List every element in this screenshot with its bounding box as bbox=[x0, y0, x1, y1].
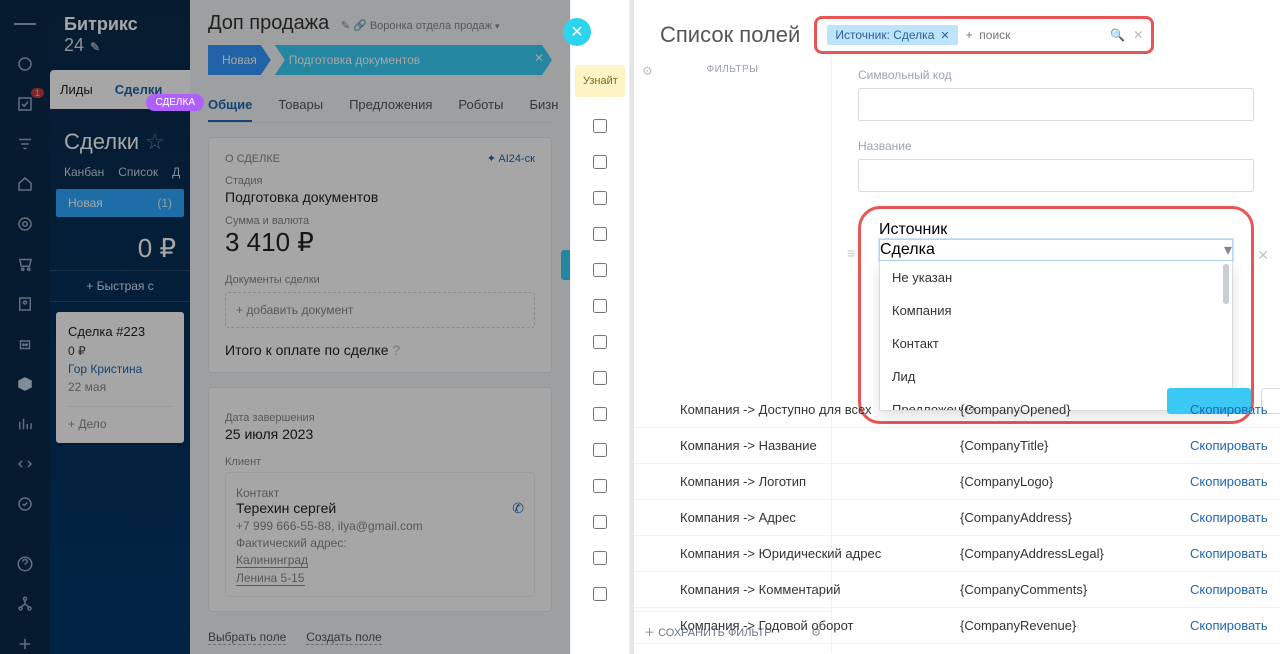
clear-field[interactable]: ✕ bbox=[1257, 247, 1269, 264]
field-name: Компания -> Доступно для всех bbox=[680, 402, 960, 417]
row-checkbox[interactable] bbox=[593, 335, 607, 349]
option[interactable]: Контакт bbox=[880, 327, 1232, 360]
copy-link[interactable]: Скопировать bbox=[1190, 510, 1268, 525]
table-row: Компания -> Доступно для всех{CompanyOpe… bbox=[634, 392, 1280, 428]
field-code: {CompanyAddressLegal} bbox=[960, 546, 1190, 561]
row-checkbox[interactable] bbox=[593, 407, 607, 421]
checkbox-column: ✕ Узнайт bbox=[570, 0, 630, 654]
drag-handle-icon[interactable]: ≡ bbox=[847, 245, 855, 261]
field-code: {CompanyOpened} bbox=[960, 402, 1190, 417]
chevron-down-icon: ▾ bbox=[1224, 240, 1232, 260]
token-remove[interactable]: ✕ bbox=[940, 29, 949, 42]
row-checkbox[interactable] bbox=[593, 227, 607, 241]
row-checkbox[interactable] bbox=[593, 299, 607, 313]
table-row: Компания -> Название{CompanyTitle}Скопир… bbox=[634, 428, 1280, 464]
row-checkbox[interactable] bbox=[593, 371, 607, 385]
copy-link[interactable]: Скопировать bbox=[1190, 546, 1268, 561]
scrollbar[interactable] bbox=[1223, 264, 1229, 304]
field-code: {CompanyComments} bbox=[960, 582, 1190, 597]
row-checkbox[interactable] bbox=[593, 587, 607, 601]
option[interactable]: Компания bbox=[880, 294, 1232, 327]
field-code: {CompanyAddress} bbox=[960, 510, 1190, 525]
hint-banner: Узнайт bbox=[575, 65, 625, 97]
copy-link[interactable]: Скопировать bbox=[1190, 474, 1268, 489]
row-checkbox[interactable] bbox=[593, 443, 607, 457]
table-row: Компания -> Валюта{CompanyCurrencyId}Ско… bbox=[634, 644, 1280, 654]
fields-panel: Список полей Источник: Сделка✕ 🔍✕ ⚙ ФИЛЬ… bbox=[630, 0, 1280, 654]
fields-table: Компания -> Доступно для всех{CompanyOpe… bbox=[634, 392, 1280, 654]
row-checkbox[interactable] bbox=[593, 479, 607, 493]
row-checkbox[interactable] bbox=[593, 155, 607, 169]
row-checkbox[interactable] bbox=[593, 515, 607, 529]
source-select[interactable]: Сделка ▾ bbox=[879, 239, 1233, 261]
field-name: Компания -> Адрес bbox=[680, 510, 960, 525]
copy-link[interactable]: Скопировать bbox=[1190, 618, 1268, 633]
table-row: Компания -> Годовой оборот{CompanyRevenu… bbox=[634, 608, 1280, 644]
row-checkbox[interactable] bbox=[593, 191, 607, 205]
close-slideout[interactable]: ✕ bbox=[563, 18, 591, 46]
table-row: Компания -> Адрес{CompanyAddress}Скопиро… bbox=[634, 500, 1280, 536]
row-checkbox[interactable] bbox=[593, 119, 607, 133]
table-row: Компания -> Комментарий{CompanyComments}… bbox=[634, 572, 1280, 608]
gear-icon[interactable]: ⚙ bbox=[642, 64, 653, 78]
field-code: {CompanyTitle} bbox=[960, 438, 1190, 453]
search-icon[interactable]: 🔍 bbox=[1110, 28, 1125, 42]
filter-token[interactable]: Источник: Сделка✕ bbox=[827, 25, 957, 45]
option[interactable]: Не указан bbox=[880, 261, 1232, 294]
filter-search[interactable]: Источник: Сделка✕ 🔍 ✕ bbox=[814, 16, 1154, 54]
table-row: Компания -> Логотип{CompanyLogo}Скопиров… bbox=[634, 464, 1280, 500]
code-input[interactable] bbox=[858, 88, 1254, 121]
row-checkbox[interactable] bbox=[593, 551, 607, 565]
field-name: Компания -> Комментарий bbox=[680, 582, 960, 597]
field-name: Компания -> Годовой оборот bbox=[680, 618, 960, 633]
field-code: {CompanyLogo} bbox=[960, 474, 1190, 489]
name-input[interactable] bbox=[858, 159, 1254, 192]
field-name: Компания -> Название bbox=[680, 438, 960, 453]
copy-link[interactable]: Скопировать bbox=[1190, 402, 1268, 417]
table-row: Компания -> Юридический адрес{CompanyAdd… bbox=[634, 536, 1280, 572]
clear-search[interactable]: ✕ bbox=[1133, 28, 1143, 42]
deal-badge: СДЕЛКА bbox=[146, 94, 204, 111]
field-name: Компания -> Логотип bbox=[680, 474, 960, 489]
field-name: Компания -> Юридический адрес bbox=[680, 546, 960, 561]
field-code: {CompanyRevenue} bbox=[960, 618, 1190, 633]
row-checkbox[interactable] bbox=[593, 263, 607, 277]
copy-link[interactable]: Скопировать bbox=[1190, 582, 1268, 597]
copy-link[interactable]: Скопировать bbox=[1190, 438, 1268, 453]
panel-title: Список полей bbox=[660, 22, 800, 48]
